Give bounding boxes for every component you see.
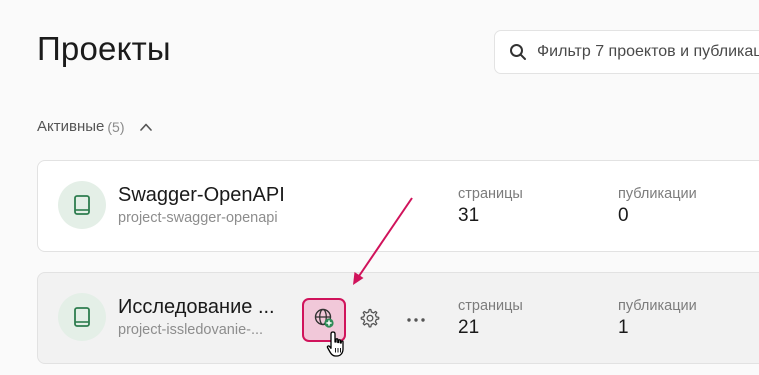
- project-name[interactable]: Исследование ...: [118, 296, 275, 319]
- pages-label: страницы: [458, 186, 523, 202]
- chevron-up-icon[interactable]: [139, 120, 153, 134]
- section-count: (5): [107, 118, 125, 135]
- projects-page: Проекты Активные (5) Swagger-OpenAPI pro…: [0, 0, 759, 375]
- pages-count: 31: [458, 205, 480, 226]
- project-slug: project-swagger-openapi: [118, 210, 278, 226]
- book-icon: [58, 293, 106, 341]
- settings-button[interactable]: [348, 298, 392, 342]
- book-icon: [58, 181, 106, 229]
- publications-label: публикации: [618, 186, 697, 202]
- section-label: Активные: [37, 118, 105, 135]
- publications-count: 1: [618, 317, 629, 338]
- project-card[interactable]: Исследование ... project-issledovanie-..…: [37, 272, 759, 364]
- filter-search-box[interactable]: [494, 30, 759, 74]
- more-button[interactable]: [394, 298, 438, 342]
- publications-count: 0: [618, 205, 629, 226]
- pages-count: 21: [458, 317, 480, 338]
- pages-label: страницы: [458, 298, 523, 314]
- project-name[interactable]: Swagger-OpenAPI: [118, 184, 285, 207]
- more-horizontal-icon: [405, 311, 427, 329]
- section-active-toggle[interactable]: Активные (5): [37, 118, 153, 135]
- gear-icon: [359, 307, 381, 334]
- project-card[interactable]: Swagger-OpenAPI project-swagger-openapi …: [37, 160, 759, 252]
- page-title: Проекты: [37, 30, 171, 67]
- search-icon: [509, 43, 527, 61]
- project-slug: project-issledovanie-...: [118, 322, 264, 338]
- filter-input[interactable]: [535, 42, 759, 62]
- publications-label: публикации: [618, 298, 697, 314]
- hand-cursor-icon: [326, 330, 348, 358]
